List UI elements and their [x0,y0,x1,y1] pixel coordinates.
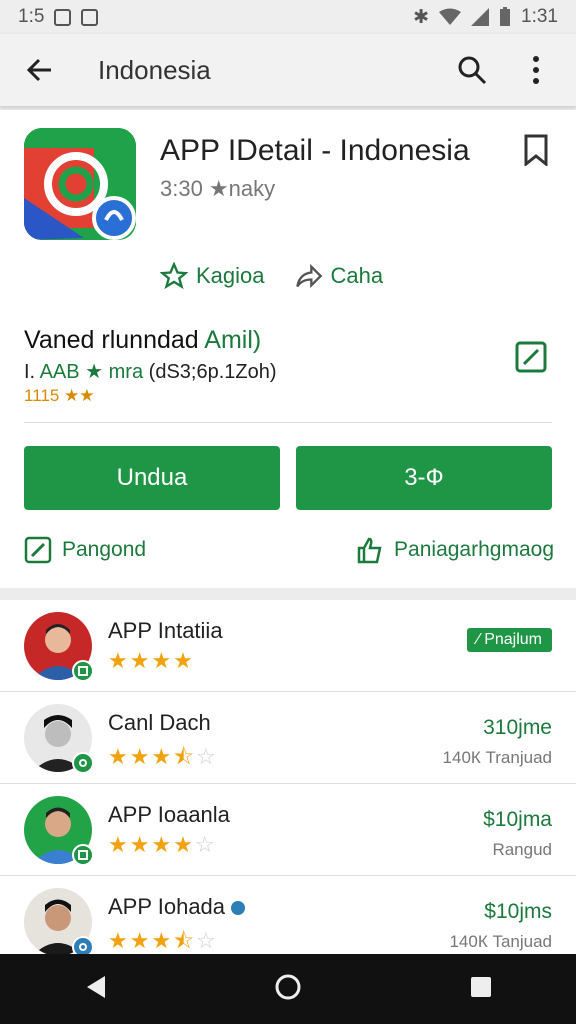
status-time-right: 1:31 [521,6,558,27]
item-downloads: 140К Tanjuad [449,932,552,951]
edit-button[interactable] [514,340,548,379]
verified-badge-icon [72,936,94,954]
info-block: Vaned rlunndad Amil) I. AAB ★ mra (dS3;6… [24,326,554,406]
item-price: $10jma [483,808,552,831]
info-sub-rest: (dS3;6p.1Zoh) [148,361,277,383]
app-bar: Indonesia [0,34,576,106]
nav-recents-button[interactable] [469,975,493,1004]
star-rating: ★★★★☆ [108,832,217,857]
thumb-up-icon [357,537,382,564]
info-sub-prefix: I. [24,361,36,383]
edit-bookmark-icon [515,341,547,373]
app-list: APP Intatiia ★★★★ ∕ Pnajlum Canl Dach ★★… [0,600,576,954]
notification-icon [54,8,72,26]
item-downloads: Rangud [492,840,552,859]
star-rating: ★★★⯪☆ [108,744,218,769]
list-item[interactable]: APP Intatiia ★★★★ ∕ Pnajlum [0,600,576,692]
battery-icon [500,7,511,26]
more-button[interactable] [516,50,556,90]
list-item[interactable]: APP Ioaanla ★★★★☆ $10jma Rangud [0,784,576,876]
search-icon [458,56,487,85]
vibrate-icon: ✱ [413,6,430,28]
arrow-left-icon [26,58,51,82]
links-row: Pangond Paniagarhgmaog [24,536,554,564]
info-rating: 1115 ★★ [24,386,95,405]
more-vert-icon [533,56,539,84]
back-button[interactable] [20,50,60,90]
search-button[interactable] [452,50,492,90]
bookmark-icon [524,134,548,168]
item-name: APP Intatiia [108,618,223,643]
verified-badge-icon [72,844,94,866]
item-price: 310jme [483,716,552,739]
info-title-green: Amil) [204,326,262,354]
share-label: Caha [330,263,384,288]
install-button[interactable]: Undua [24,446,280,510]
status-bar: 1:5 ✱ 1:31 [0,0,576,34]
link-right[interactable]: Paniagarhgmaog [356,536,554,564]
circle-home-icon [275,974,301,999]
info-title-plain: Vaned rlunndad [24,326,199,354]
nav-home-button[interactable] [273,972,303,1007]
info-sub-green: AAB ★ mra [39,361,144,383]
item-name: APP Ioaanla [108,802,230,827]
link-right-label: Paniagarhgmaog [394,538,554,561]
wifi-icon [439,8,462,25]
link-left[interactable]: Pangond [24,536,146,564]
page-title: Indonesia [98,54,211,85]
favorite-label: Kagioa [196,263,265,288]
verified-badge-icon [72,660,94,682]
star-rating: ★★★★ [108,648,195,673]
item-tag[interactable]: ∕ Pnajlum [467,628,552,652]
bookmark-button[interactable] [522,134,550,171]
share-action[interactable]: Caha [295,262,384,290]
favorite-action[interactable]: Kagioa [160,262,265,290]
nav-back-button[interactable] [83,974,107,1005]
list-item[interactable]: APP Iohada ★★★⯪☆ $10jms 140К Tanjuad [0,876,576,954]
notification-icon [81,8,99,26]
star-outline-icon [160,262,188,290]
info-subtitle: I. AAB ★ mra (dS3;6p.1Zoh) [24,359,554,384]
rating-summary: 3:30 ★naky [160,176,276,201]
app-detail-card: APP IDetail - Indonesia 3:30 ★naky Kagio… [0,110,576,588]
action-row: Kagioa Caha [160,262,383,290]
status-time-left: 1:5 [18,6,45,27]
triangle-back-icon [87,975,105,998]
list-item[interactable]: Canl Dach ★★★⯪☆ 310jme 140К Tranjuad [0,692,576,784]
item-price: $10jms [484,900,552,923]
item-name: APP Iohada [108,894,246,920]
info-dot-icon [231,901,246,916]
square-recents-icon [471,976,491,997]
divider [24,422,552,423]
link-left-label: Pangond [62,538,147,561]
info-title: Vaned rlunndad Amil) [24,326,554,355]
app-icon [24,128,136,240]
app-title: APP IDetail - Indonesia [160,134,470,167]
secondary-button[interactable]: 3-Ф [296,446,552,510]
star-rating: ★★★⯪☆ [108,928,218,953]
signal-icon [471,8,490,26]
edit-square-icon [24,536,52,564]
item-name: Canl Dach [108,710,211,735]
item-downloads: 140К Tranjuad [442,748,552,767]
verified-badge-icon [72,752,94,774]
system-nav-bar [0,954,576,1024]
item-name-text: APP Iohada [108,894,226,919]
share-icon [295,263,322,289]
